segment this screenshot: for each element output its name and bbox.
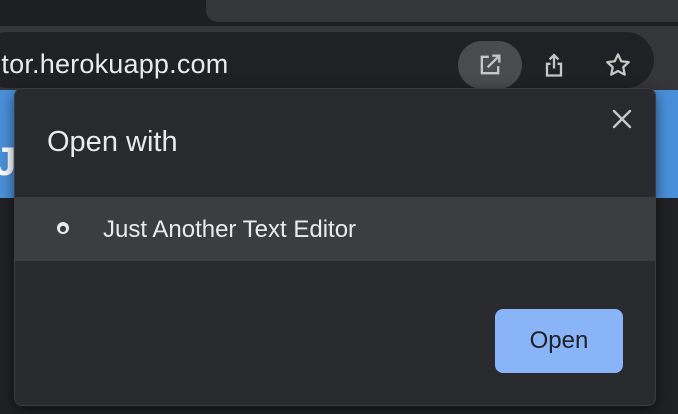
app-name: Just Another Text Editor — [103, 216, 357, 243]
address-bar[interactable]: ditor.herokuapp.com — [0, 32, 654, 89]
star-icon — [606, 53, 630, 76]
share-icon — [545, 53, 563, 77]
open-with-dialog: Open with ● Just Another Text Editor Ope… — [14, 88, 656, 406]
close-icon — [612, 109, 632, 129]
app-option[interactable]: ● Just Another Text Editor — [15, 197, 655, 261]
app-icon: ● — [57, 222, 69, 234]
bookmark-button[interactable] — [596, 43, 640, 87]
active-tab[interactable] — [206, 0, 678, 22]
share-button[interactable] — [532, 43, 576, 87]
open-with-button[interactable] — [458, 41, 522, 89]
toolbar: ditor.herokuapp.com — [0, 26, 678, 90]
tab-strip — [0, 0, 678, 26]
browser-window: ditor.herokuapp.com J Open with ● Just A… — [0, 0, 678, 414]
url-text[interactable]: ditor.herokuapp.com — [0, 49, 228, 80]
dialog-title: Open with — [47, 126, 178, 158]
open-in-new-icon — [480, 54, 501, 75]
close-button[interactable] — [607, 104, 637, 134]
open-button[interactable]: Open — [495, 309, 623, 373]
